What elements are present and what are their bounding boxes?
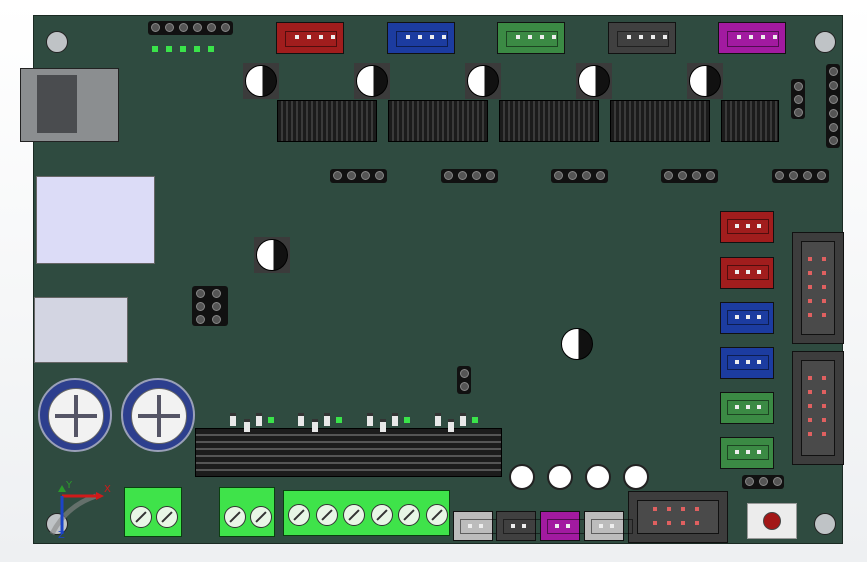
mounting-hole	[814, 31, 836, 53]
connector-black-bottom	[496, 511, 545, 541]
small-capacitor	[547, 464, 573, 490]
status-led	[472, 417, 478, 423]
smd-pad	[244, 419, 250, 432]
z-axis-label: Z	[58, 530, 65, 541]
stepper-driver-chip	[499, 100, 599, 142]
pin-header-2x1	[457, 366, 471, 394]
electrolytic-capacitor	[687, 63, 723, 99]
idc-header-bottom-horizontal	[628, 491, 728, 543]
reset-button[interactable]	[747, 503, 797, 539]
small-capacitor	[585, 464, 611, 490]
status-led	[336, 417, 342, 423]
pin-header-2x3	[192, 286, 228, 326]
connector-grey-bottom-2	[584, 511, 633, 541]
smd-pad	[367, 413, 373, 426]
axis-triad: X Y Z	[44, 480, 114, 542]
jumper-header	[330, 169, 387, 183]
connector-magenta-top	[718, 22, 786, 54]
jumper-header	[441, 169, 498, 183]
large-capacitor	[121, 378, 195, 452]
screw-terminal-2p	[124, 487, 182, 537]
sd-card-slot	[20, 68, 119, 142]
jumper-header	[661, 169, 718, 183]
connector-red-right-1	[720, 211, 774, 243]
status-led	[166, 46, 172, 52]
large-capacitor	[38, 378, 112, 452]
electrolytic-capacitor	[465, 63, 501, 99]
connector-magenta-bottom	[540, 511, 589, 541]
mounting-hole	[814, 513, 836, 535]
module-block-top	[36, 176, 155, 264]
mounting-hole	[46, 31, 68, 53]
smd-pad	[392, 413, 398, 426]
smd-pad	[312, 419, 318, 432]
y-axis-label: Y	[66, 480, 73, 491]
smd-pad	[448, 419, 454, 432]
smd-pad	[324, 413, 330, 426]
connector-blue-right-1	[720, 302, 774, 334]
jumper-header	[551, 169, 608, 183]
connector-green-right-1	[720, 392, 774, 424]
smd-pad	[435, 413, 441, 426]
connector-green-top	[497, 22, 565, 54]
small-capacitor	[509, 464, 535, 490]
pin-header-bottom-right	[742, 475, 784, 489]
smd-pad	[256, 413, 262, 426]
electrolytic-capacitor	[354, 63, 390, 99]
electrolytic-capacitor	[243, 63, 279, 99]
status-led	[194, 46, 200, 52]
status-led	[268, 417, 274, 423]
connector-green-right-2	[720, 437, 774, 469]
smd-pad	[230, 413, 236, 426]
heatsink	[195, 428, 502, 477]
status-led	[180, 46, 186, 52]
connector-blue-top	[387, 22, 455, 54]
connector-blue-right-2	[720, 347, 774, 379]
module-block-bottom	[34, 297, 128, 363]
connector-black-top	[608, 22, 676, 54]
smd-pad	[380, 419, 386, 432]
x-axis-label: X	[104, 484, 111, 495]
status-led	[208, 46, 214, 52]
pin-header-right-short	[791, 79, 805, 119]
jumper-header	[772, 169, 829, 183]
smd-pad	[460, 413, 466, 426]
pin-header-right-long	[826, 64, 840, 148]
electrolytic-capacitor	[576, 63, 612, 99]
stepper-driver-chip	[721, 100, 779, 142]
status-led	[152, 46, 158, 52]
connector-grey-bottom-1	[453, 511, 502, 541]
idc-header-top	[792, 232, 844, 344]
small-capacitor	[623, 464, 649, 490]
smd-pad	[298, 413, 304, 426]
electrolytic-capacitor	[559, 326, 595, 362]
connector-red-top	[276, 22, 344, 54]
stepper-driver-chip	[610, 100, 710, 142]
idc-header-bottom	[792, 351, 844, 465]
screw-terminal-6p	[283, 490, 450, 536]
electrolytic-capacitor	[254, 237, 290, 273]
stepper-driver-chip	[277, 100, 377, 142]
stepper-driver-chip	[388, 100, 488, 142]
status-led	[404, 417, 410, 423]
screw-terminal-2p	[219, 487, 275, 537]
connector-red-right-2	[720, 257, 774, 289]
pin-header-top-left	[148, 21, 233, 35]
